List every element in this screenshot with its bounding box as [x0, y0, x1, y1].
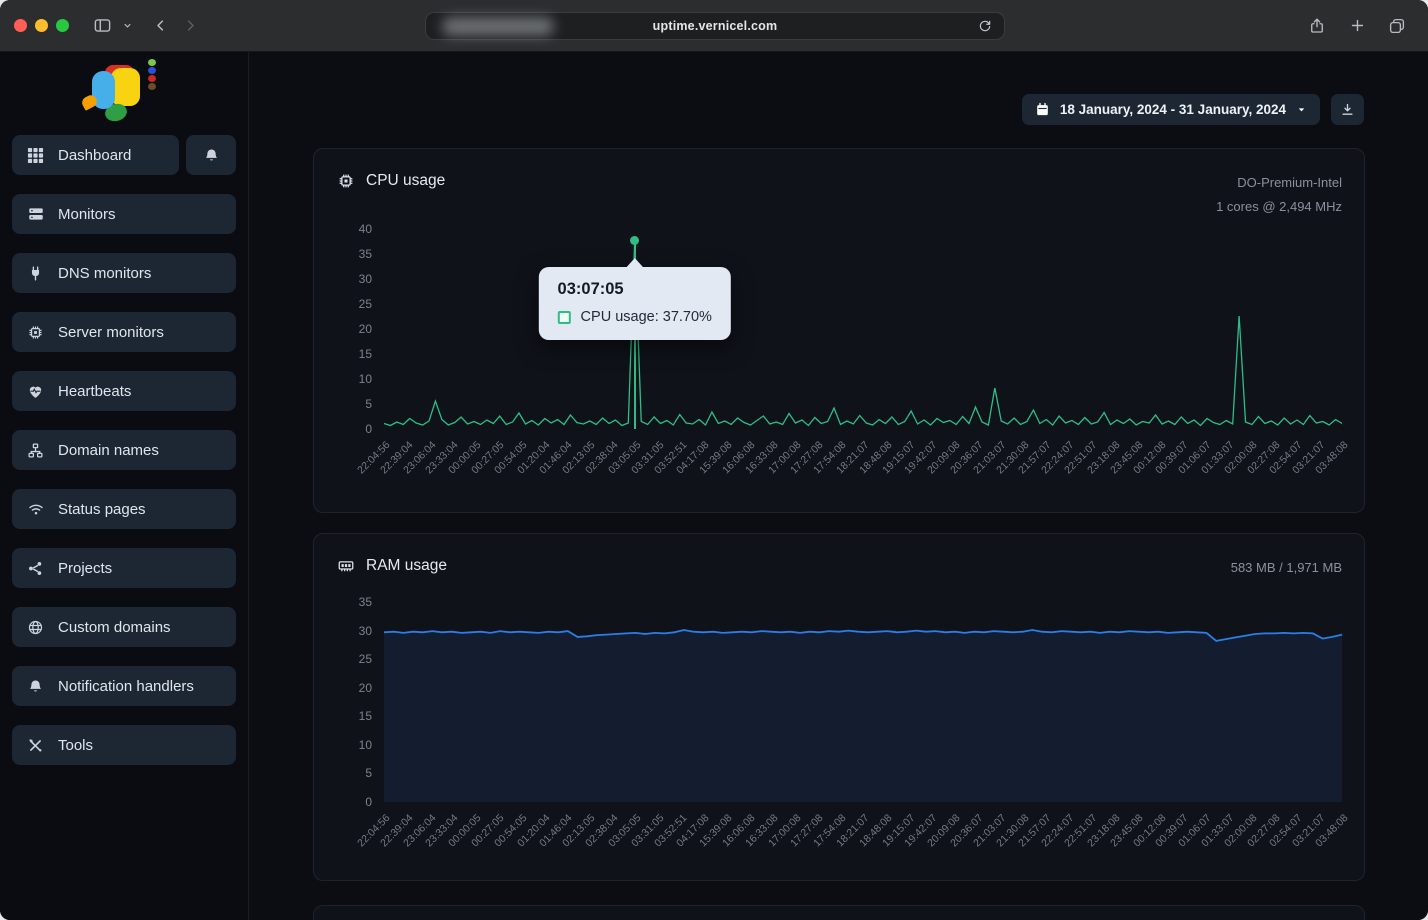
sidebar-item-label: Server monitors [58, 323, 164, 341]
bell-icon [202, 146, 221, 165]
globe-icon [26, 618, 45, 637]
url-blur-smudge [442, 17, 554, 36]
sidebar-item-label: Heartbeats [58, 382, 132, 400]
cpu-chip-icon [336, 171, 355, 190]
cpu-chip-icon [26, 323, 45, 342]
sidebar-item-label: Custom domains [58, 618, 171, 636]
cpu-card-title: CPU usage [336, 171, 445, 190]
ram-x-axis: 22:04:56 22:39:04 23:06:04 23:33:04 00:00:05… [355, 812, 1351, 850]
tooltip-time: 03:07:05 [557, 280, 624, 298]
browser-toolbar: uptime.vernicel.com [0, 0, 1428, 52]
sidebar-toggle-icon[interactable] [87, 11, 117, 41]
download-report-button[interactable] [1331, 94, 1364, 125]
memory-icon [336, 556, 355, 575]
share-nodes-icon [26, 559, 45, 578]
caret-down-icon [1296, 104, 1307, 115]
close-window-button[interactable] [14, 19, 27, 32]
date-range-picker[interactable]: 18 January, 2024 - 31 January, 2024 [1021, 94, 1320, 125]
zoom-window-button[interactable] [56, 19, 69, 32]
sidebar-item-label: DNS monitors [58, 264, 152, 282]
server-stack-icon [26, 205, 45, 224]
download-icon [1340, 102, 1355, 117]
cpu-y-axis: 40 35 30 25 20 15 10 5 0 [358, 222, 372, 436]
main-content: 18 January, 2024 - 31 January, 2024 CPU … [249, 52, 1428, 920]
wifi-icon [26, 500, 45, 519]
tab-overview-icon[interactable] [1382, 11, 1412, 41]
ram-line-chart [384, 602, 1342, 802]
cpu-usage-card: CPU usage DO-Premium-Intel 1 cores @ 2,4… [313, 148, 1365, 513]
server-name: DO-Premium-Intel [1237, 175, 1342, 190]
calendar-icon [1035, 102, 1050, 117]
date-range-label: 18 January, 2024 - 31 January, 2024 [1059, 102, 1286, 117]
plug-icon [26, 264, 45, 283]
logo-yellow-shape [111, 68, 140, 106]
next-card-partial [313, 905, 1365, 920]
sidebar-item-label: Status pages [58, 500, 146, 518]
sidebar-item-status-pages[interactable]: Status pages [12, 489, 236, 529]
sidebar-item-custom-domains[interactable]: Custom domains [12, 607, 236, 647]
sidebar-item-tools[interactable]: Tools [12, 725, 236, 765]
logo-dots [148, 59, 156, 90]
ram-card-title: RAM usage [336, 556, 447, 575]
sidebar-item-domain-names[interactable]: Domain names [12, 430, 236, 470]
sidebar-item-label: Dashboard [58, 146, 132, 164]
app-logo[interactable] [80, 58, 180, 125]
ram-usage-value: 583 MB / 1,971 MB [1230, 560, 1342, 575]
heartbeat-icon [26, 382, 45, 401]
ram-usage-meta: 583 MB / 1,971 MB [1231, 556, 1342, 580]
sitemap-icon [26, 441, 45, 460]
minimize-window-button[interactable] [35, 19, 48, 32]
sidebar-item-label: Domain names [58, 441, 159, 459]
dashboard-grid-icon [26, 146, 45, 165]
sidebar-item-label: Projects [58, 559, 113, 577]
tools-icon [26, 736, 45, 755]
share-icon[interactable] [1302, 11, 1332, 41]
sidebar-item-dns-monitors[interactable]: DNS monitors [12, 253, 236, 293]
sidebar-item-notification-handlers[interactable]: Notification handlers [12, 666, 236, 706]
sidebar-item-monitors[interactable]: Monitors [12, 194, 236, 234]
new-tab-icon[interactable] [1342, 11, 1372, 41]
server-spec: 1 cores @ 2,494 MHz [1216, 199, 1342, 214]
cpu-chart-plot[interactable]: 03:07:05 CPU usage: 37.70% [384, 229, 1342, 429]
bell-icon [26, 677, 45, 696]
cpu-line-chart [384, 229, 1342, 429]
traffic-lights [14, 19, 69, 32]
notifications-button[interactable] [186, 135, 236, 175]
sidebar-item-server-monitors[interactable]: Server monitors [12, 312, 236, 352]
sidebar-item-label: Monitors [58, 205, 116, 223]
sidebar-item-heartbeats[interactable]: Heartbeats [12, 371, 236, 411]
ram-y-axis: 35 30 25 20 15 10 5 0 [358, 595, 372, 809]
sidebar-nav: Dashboard Monitors DNS monitors Server m… [0, 135, 248, 765]
sidebar-item-label: Tools [58, 736, 94, 754]
cpu-chart-tooltip: 03:07:05 CPU usage: 37.70% [538, 258, 731, 340]
sidebar-item-projects[interactable]: Projects [12, 548, 236, 588]
sidebar-item-dashboard[interactable]: Dashboard [12, 135, 179, 175]
browser-window: uptime.vernicel.com Dashboard Monitors D… [0, 0, 1428, 920]
back-button[interactable] [145, 11, 175, 41]
cpu-server-meta: DO-Premium-Intel 1 cores @ 2,494 MHz [1216, 171, 1342, 219]
ram-chart-plot[interactable] [384, 602, 1342, 802]
tooltip-series-swatch [557, 310, 571, 324]
url-text: uptime.vernicel.com [652, 19, 778, 33]
sidebar: Dashboard Monitors DNS monitors Server m… [0, 52, 249, 920]
tooltip-value: CPU usage: 37.70% [580, 309, 712, 325]
address-bar[interactable]: uptime.vernicel.com [425, 12, 1005, 40]
cpu-x-axis: 22:04:56 22:39:04 23:06:04 23:33:04 00:00:05… [355, 439, 1351, 477]
forward-button[interactable] [175, 11, 205, 41]
chevron-down-icon[interactable] [117, 11, 137, 41]
sidebar-item-label: Notification handlers [58, 677, 194, 695]
ram-usage-card: RAM usage 583 MB / 1,971 MB 35 30 25 20 15 10… [313, 533, 1365, 881]
reload-icon[interactable] [974, 15, 996, 37]
